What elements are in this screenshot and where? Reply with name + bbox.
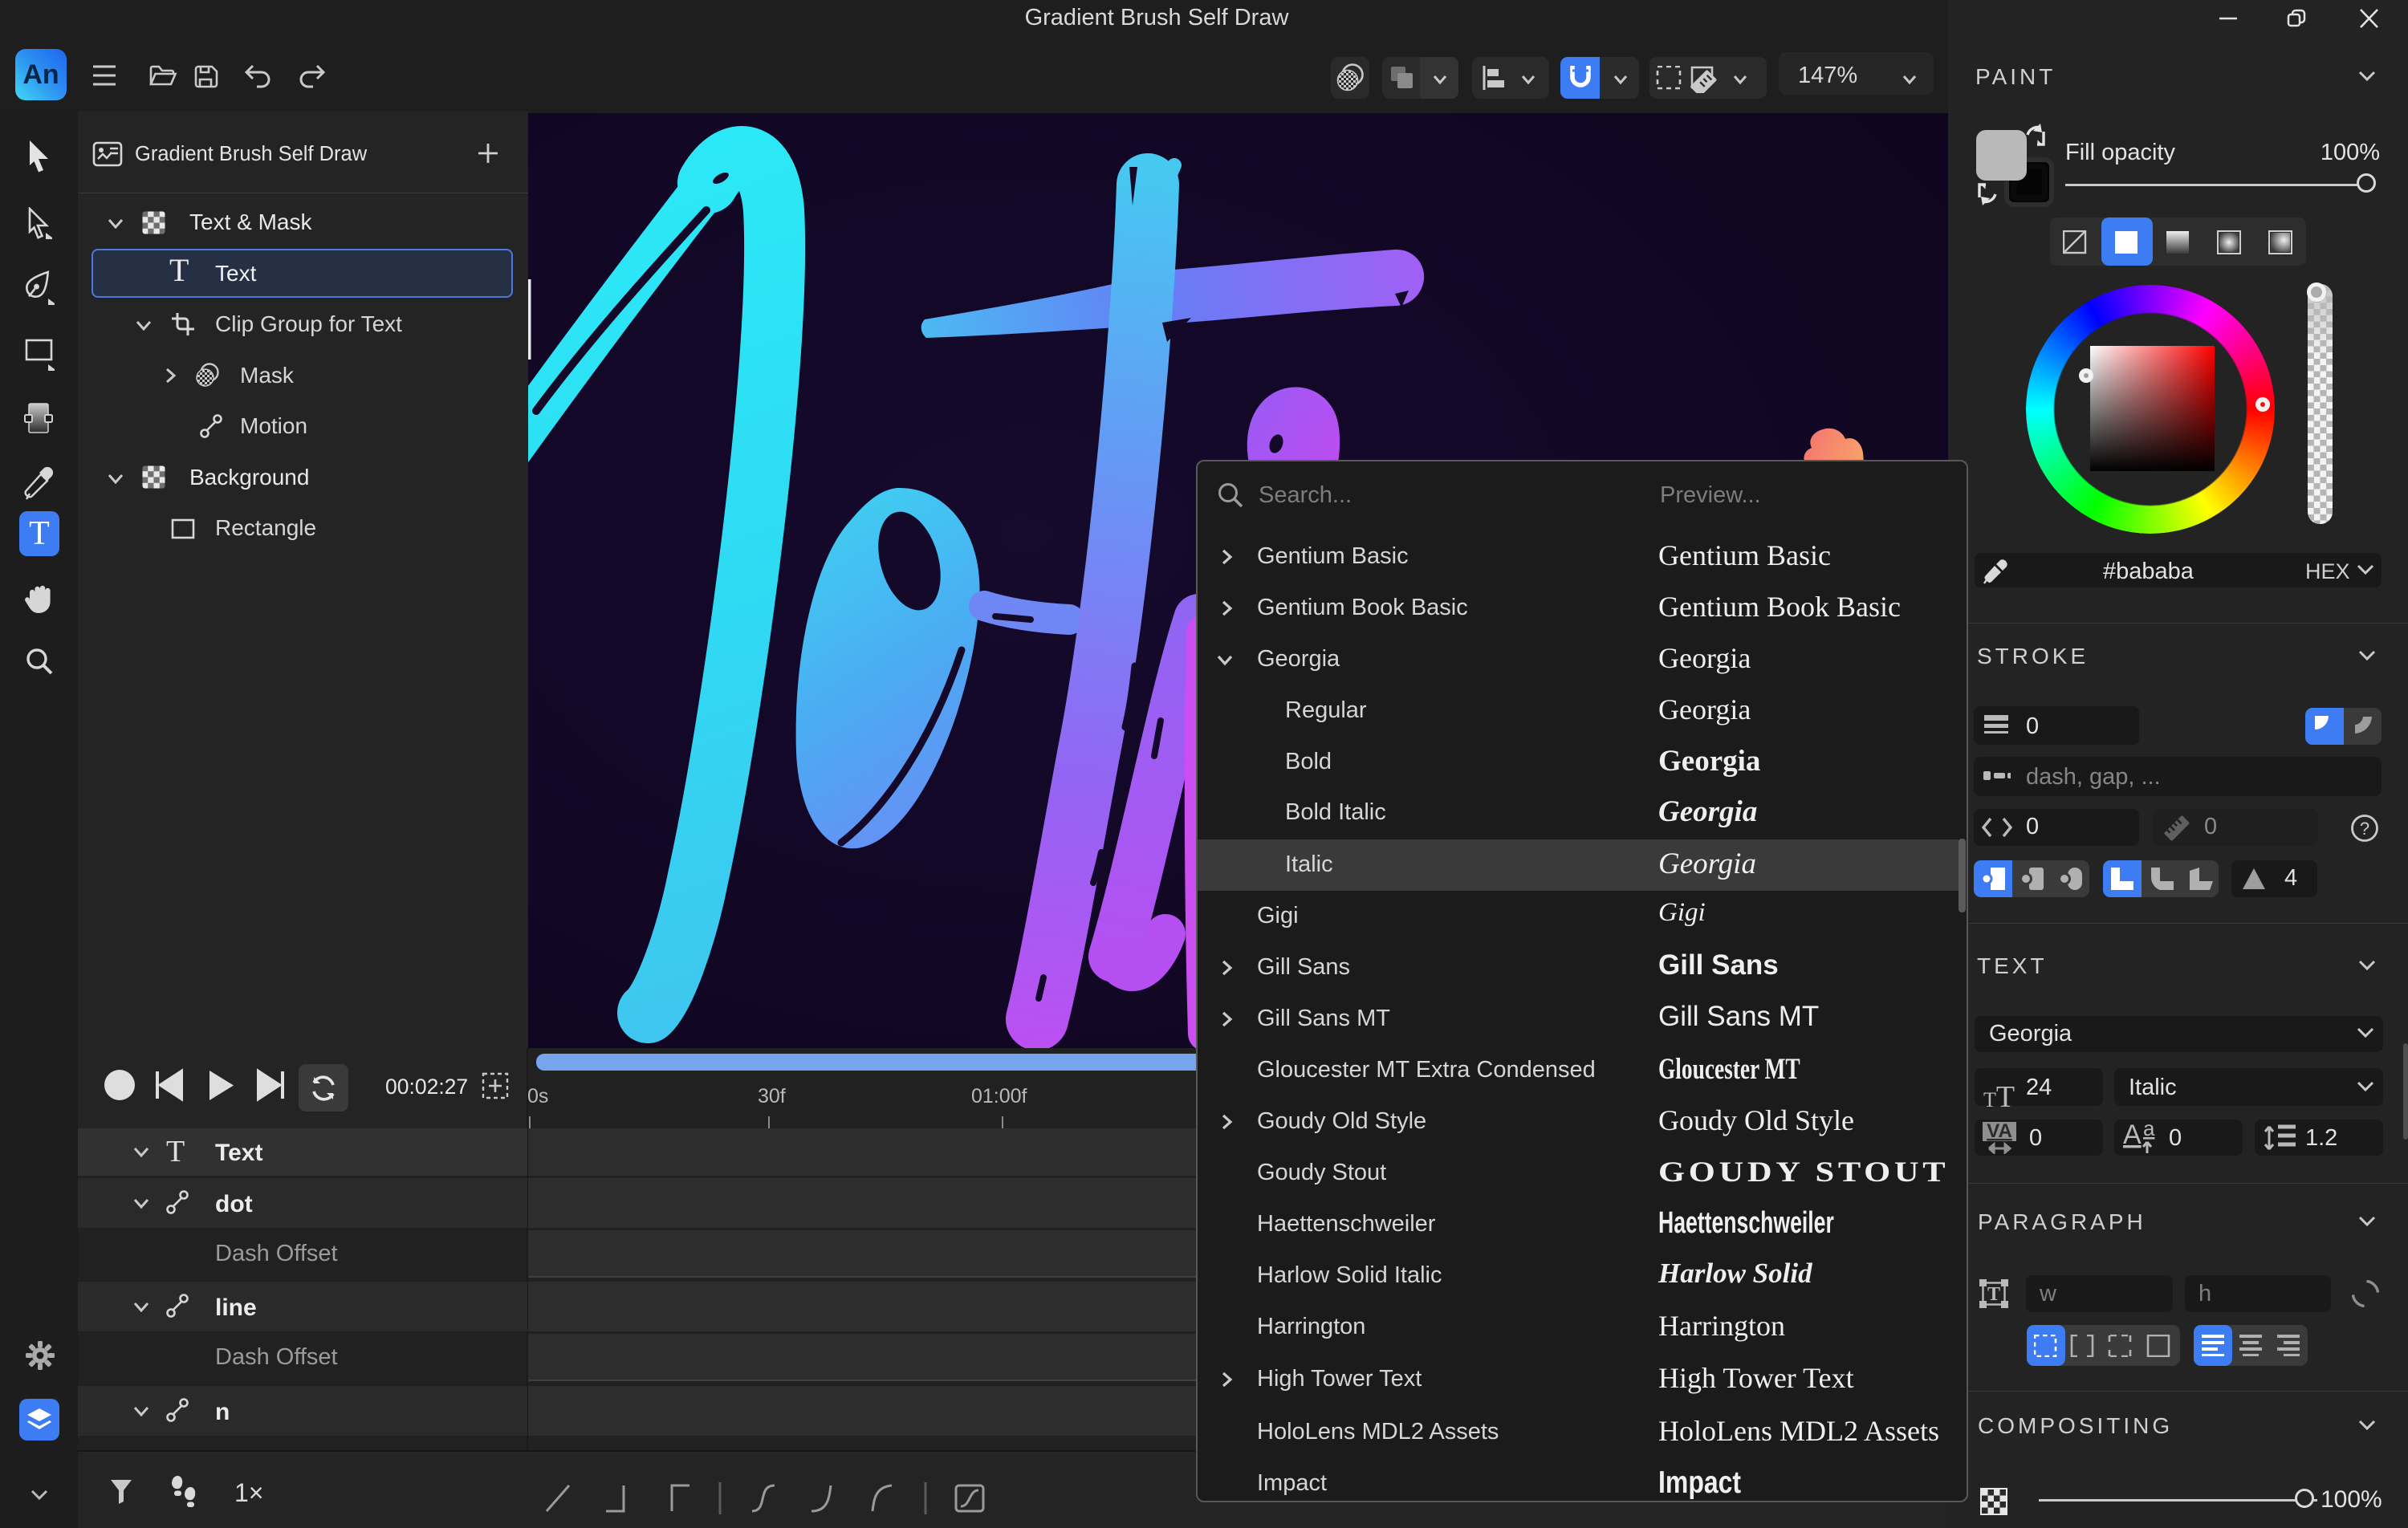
svg-text:a: a [2143,1121,2155,1140]
svg-text:T: T [1987,1284,2000,1305]
svg-text:A: A [2123,1121,2142,1150]
svg-text:?: ? [2360,819,2369,839]
svg-text:VA: VA [1987,1122,2012,1142]
